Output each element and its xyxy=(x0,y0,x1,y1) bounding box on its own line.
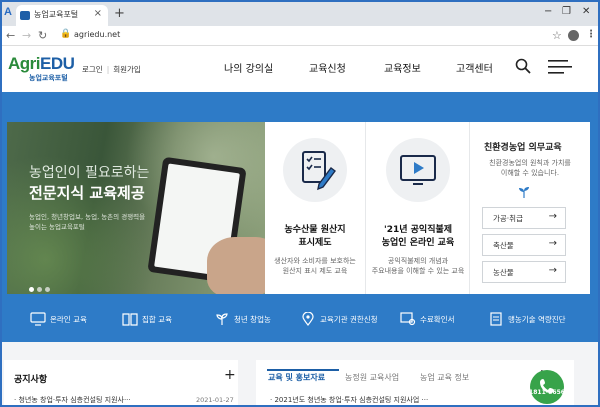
tab-promo-materials[interactable]: 교육 및 홍보자료 xyxy=(268,372,325,383)
news-list-item[interactable]: · 2021년도 청년농 창업·투자 심층컨설팅 지원사업 ··· xyxy=(270,395,428,405)
notice-title: 공지사항 xyxy=(14,375,48,385)
card-direct-payment[interactable]: '21년 공익직불제 농업인 온라인 교육 공익직불제의 개념과 주요내용을 이해할… xyxy=(365,122,469,294)
bookmark-star-icon[interactable]: ☆ xyxy=(552,29,562,42)
browser-menu-icon[interactable]: ⋮ xyxy=(586,29,596,40)
hero-desc-line2: 높이는 농업교육포털 xyxy=(29,223,85,231)
arrow-right-icon: → xyxy=(548,211,557,222)
tab-strip: A 농업교육포털 × + − ❐ ✕ xyxy=(2,2,598,26)
notice-more-button[interactable]: + xyxy=(224,367,236,383)
nav-course-info[interactable]: 교육정보 xyxy=(384,60,421,75)
arrow-right-icon: → xyxy=(548,238,557,249)
card-2-description: 공익직불제의 개념과 주요내용을 이해할 수 있는 교육 xyxy=(371,257,465,275)
app-logo-icon: A xyxy=(4,6,12,18)
hero-title-line2: 전문지식 교육제공 xyxy=(29,184,145,202)
site-header: AgriEDU 농업교육포털 로그인 | 회원가입 나의 강의실 교육신청 교육정보… xyxy=(2,46,598,92)
login-link[interactable]: 로그인 xyxy=(82,65,103,74)
favicon-icon xyxy=(20,11,30,20)
profile-avatar[interactable] xyxy=(568,30,579,41)
card-1-description: 생산자와 소비자를 보호하는 원산지 표시 제도 교육 xyxy=(274,257,356,275)
nav-my-classroom[interactable]: 나의 강의실 xyxy=(224,60,273,75)
hand-illustration xyxy=(207,237,265,294)
nav-customer-center[interactable]: 고객센터 xyxy=(456,60,493,75)
news-panel: 교육 및 홍보자료 농정원 교육사업 농업 교육 정보 + · 2021년도 청… xyxy=(256,360,574,405)
clipboard-icon xyxy=(490,312,502,326)
forward-icon[interactable]: → xyxy=(22,29,31,42)
logo-subtitle: 농업교육포털 xyxy=(29,74,68,82)
book-icon xyxy=(122,313,138,326)
arrow-right-icon: → xyxy=(548,265,557,276)
browser-tab[interactable]: 농업교육포털 × xyxy=(16,5,108,26)
back-icon[interactable]: ← xyxy=(6,29,15,42)
eco-button-agri-products[interactable]: 농산물 → xyxy=(482,261,566,283)
tab-title: 농업교육포털 xyxy=(34,10,79,19)
hero-desc-line1: 농업인, 청년창업보, 농업, 농촌의 경쟁력을 xyxy=(29,213,146,221)
search-icon[interactable] xyxy=(515,58,531,74)
phone-icon xyxy=(540,379,554,393)
url-text: agriedu.net xyxy=(74,30,121,39)
new-tab-button[interactable]: + xyxy=(114,6,125,21)
hero-title-line1: 농업인이 필요로하는 xyxy=(29,165,150,181)
sprout-icon xyxy=(519,187,529,198)
certificate-icon xyxy=(400,312,416,326)
notice-list-item[interactable]: · 청년농 창업·투자 심층컨설팅 지원사··· xyxy=(14,395,131,405)
maximize-icon[interactable]: ❐ xyxy=(562,6,571,17)
hero-banner-image[interactable]: 농업인이 필요로하는 전문지식 교육제공 농업인, 청년창업보, 농업, 농촌의… xyxy=(7,122,265,294)
eco-button-processing[interactable]: 가공·취급 → xyxy=(482,207,566,229)
carousel-dots xyxy=(29,277,53,294)
checklist-icon xyxy=(283,138,347,202)
plant-icon xyxy=(216,313,228,325)
address-bar: ← → ↻ 🔒 agriedu.net ☆ ⋮ xyxy=(2,26,598,46)
auth-separator: | xyxy=(106,65,110,74)
carousel-dot-1[interactable] xyxy=(29,287,34,292)
monitor-icon xyxy=(30,312,46,326)
card-origin-labeling[interactable]: 농수산물 원산지 표시제도 생산자와 소비자를 보호하는 원산지 표시 제도 교육 xyxy=(265,122,365,294)
logo-agri: Agri xyxy=(8,54,41,73)
notice-panel: 공지사항 + · 청년농 창업·투자 심층컨설팅 지원사··· 2021-01-… xyxy=(4,360,238,405)
eco-button-livestock[interactable]: 축산물 → xyxy=(482,234,566,256)
auth-links: 로그인 | 회원가입 xyxy=(82,64,141,75)
call-center-button[interactable] xyxy=(530,370,564,404)
eco-description: 친환경농업의 원칙과 가치를 이해할 수 있습니다. xyxy=(489,159,571,177)
active-tab-underline xyxy=(267,369,339,371)
reload-icon[interactable]: ↻ xyxy=(38,29,47,42)
tab-close-icon[interactable]: × xyxy=(94,8,102,19)
quick-menu-bar: 온라인 교육 집합 교육 청년 창업농 교육기관 권한신청 수료확인서 맹농기술… xyxy=(2,294,598,342)
signup-link[interactable]: 회원가입 xyxy=(113,65,141,74)
browser-window: A 농업교육포털 × + − ❐ ✕ ← → ↻ 🔒 agriedu.net ☆… xyxy=(0,0,600,407)
video-play-icon xyxy=(386,138,450,202)
card-2-title: '21년 공익직불제 농업인 온라인 교육 xyxy=(381,225,455,248)
hamburger-menu-icon[interactable] xyxy=(548,60,572,74)
location-pin-icon xyxy=(302,312,314,326)
board-section: 공지사항 + · 청년농 창업·투자 심층컨설팅 지원사··· 2021-01-… xyxy=(2,342,598,405)
minimize-icon[interactable]: − xyxy=(544,6,552,17)
url-field[interactable]: 🔒 agriedu.net xyxy=(56,29,544,43)
tab-education-info[interactable]: 농업 교육 정보 xyxy=(420,372,469,383)
eco-title: 친환경농업 의무교육 xyxy=(484,143,562,153)
carousel-dot-3[interactable] xyxy=(45,287,50,292)
logo-edu: EDU xyxy=(40,54,75,73)
card-1-title: 농수산물 원산지 표시제도 xyxy=(284,225,346,248)
lock-icon: 🔒 xyxy=(60,29,72,39)
nav-course-apply[interactable]: 교육신청 xyxy=(309,60,346,75)
close-window-icon[interactable]: ✕ xyxy=(582,6,590,17)
hero-description: 농업인, 청년창업보, 농업, 농촌의 경쟁력을 높이는 농업교육포털 xyxy=(29,212,145,232)
carousel-dot-2[interactable] xyxy=(37,287,42,292)
call-center-number: 1811-8656 xyxy=(529,389,565,396)
notice-date: 2021-01-27 xyxy=(196,396,234,404)
tab-agency-programs[interactable]: 농정원 교육사업 xyxy=(345,372,399,383)
